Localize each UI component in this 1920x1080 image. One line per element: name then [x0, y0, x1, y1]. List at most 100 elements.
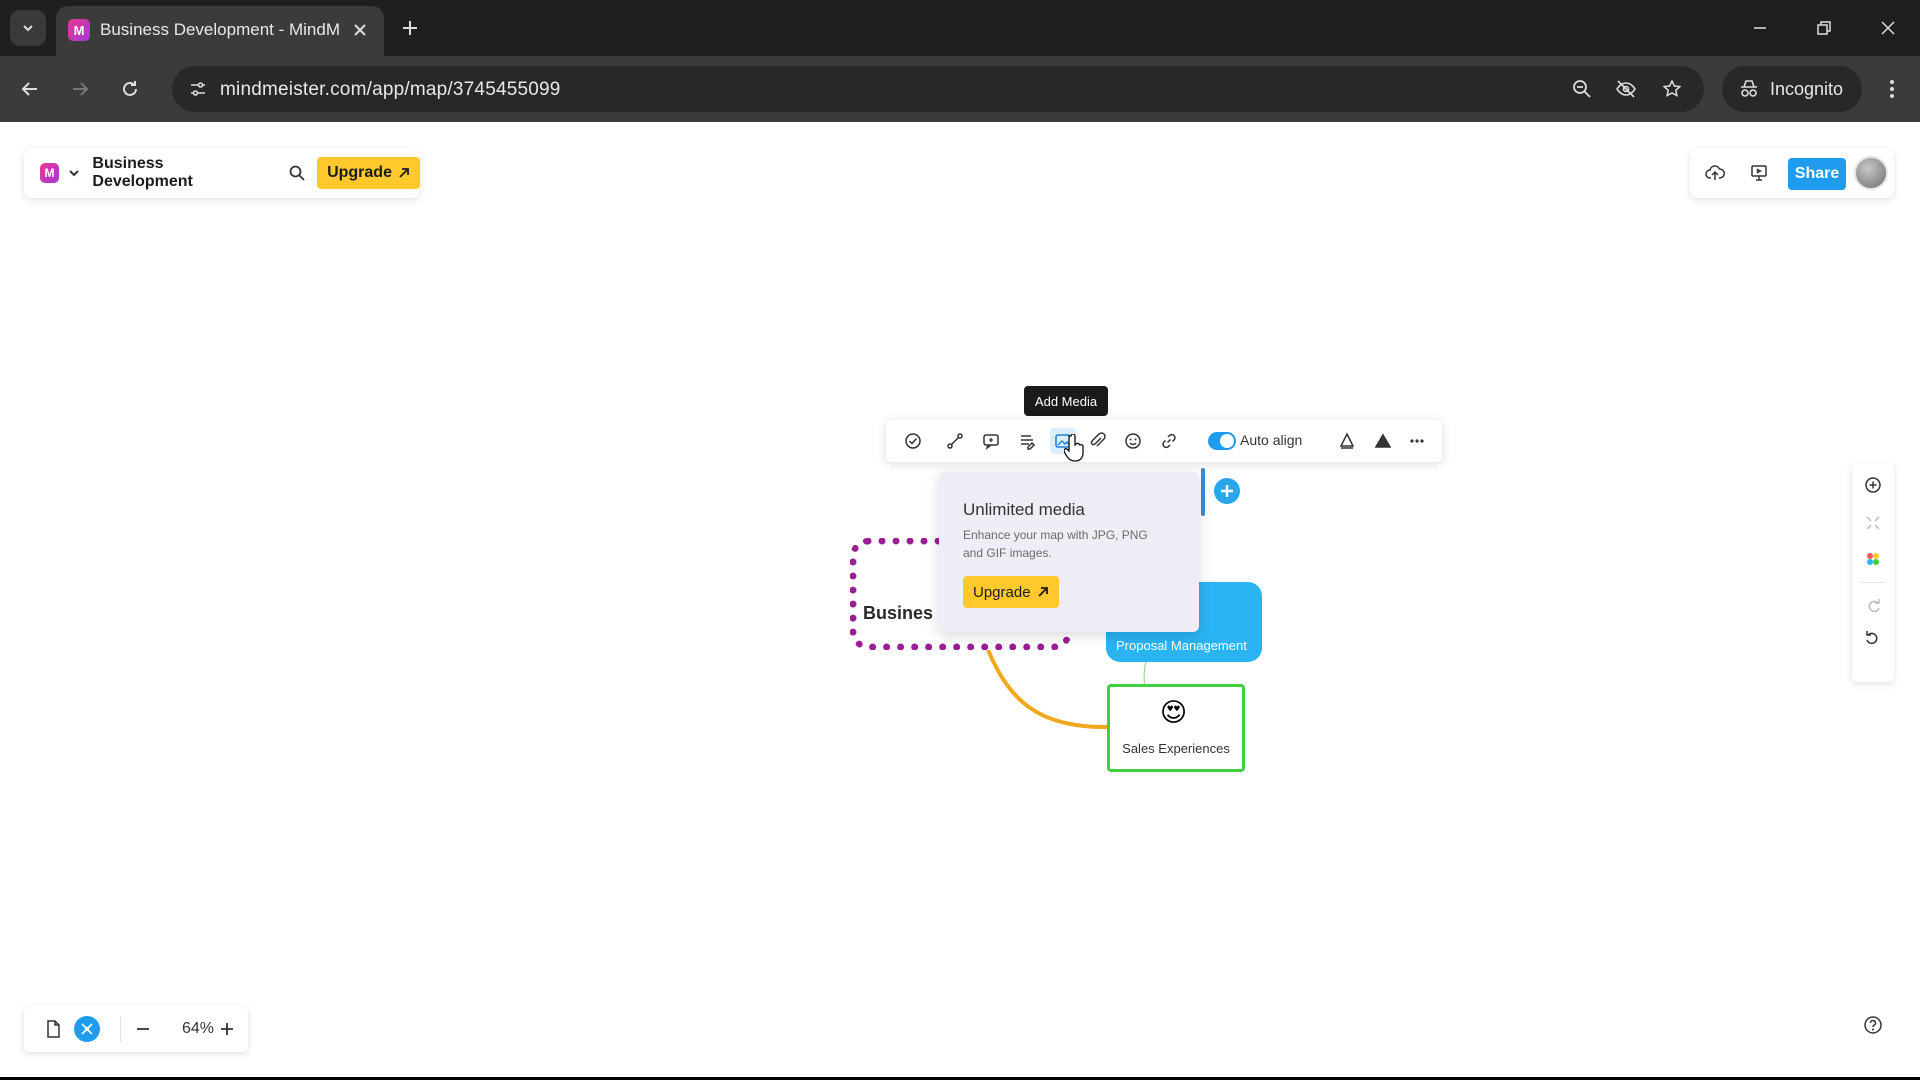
warning-icon [1374, 433, 1392, 448]
incognito-button[interactable]: Incognito [1722, 66, 1862, 112]
tab-title: Business Development - MindMeister [100, 20, 340, 39]
task-button[interactable] [900, 428, 926, 454]
node-label: Sales Experiences [1122, 741, 1230, 756]
mindmeister-logo-icon[interactable]: M [40, 163, 60, 183]
incognito-icon [1741, 80, 1757, 97]
arrow-left-icon [21, 82, 37, 96]
selected-node-edge [1201, 468, 1205, 516]
close-icon [1881, 21, 1895, 35]
url-text: mindmeister.com/app/map/3745455099 [220, 79, 561, 100]
comment-icon [983, 434, 999, 450]
auto-align-label: Auto align [1240, 432, 1303, 448]
outline-view-button[interactable] [40, 1016, 66, 1042]
connector-sales [986, 649, 1109, 730]
document-title[interactable]: Business Development [92, 155, 260, 191]
popover-title: Unlimited media [963, 500, 1085, 519]
notes-button[interactable] [1014, 428, 1040, 454]
star-icon [1662, 79, 1682, 98]
add-topic-button[interactable] [1860, 472, 1886, 498]
tab-list-button[interactable] [10, 10, 46, 46]
link-button[interactable] [1156, 428, 1182, 454]
warning-button[interactable] [1370, 428, 1396, 454]
back-button[interactable] [12, 71, 48, 107]
upgrade-popover: Unlimited media Enhance your map with JP… [939, 472, 1199, 632]
site-info-button[interactable] [184, 75, 212, 103]
share-button[interactable]: Share [1788, 158, 1846, 190]
redo-button[interactable] [1860, 592, 1886, 618]
collapse-icon [1866, 516, 1880, 530]
zoom-in-button[interactable] [214, 1016, 240, 1042]
tune-icon [191, 82, 205, 96]
avatar[interactable] [1854, 156, 1888, 190]
zoom-out-icon [1573, 80, 1591, 98]
presentation-button[interactable] [1746, 160, 1772, 186]
central-topic-label: Busines [863, 603, 934, 623]
close-window-button[interactable] [1868, 10, 1908, 46]
undo-icon [1866, 631, 1878, 645]
mindmap-view-button[interactable] [74, 1016, 100, 1042]
presentation-icon [1751, 165, 1767, 181]
notes-icon [1021, 435, 1036, 450]
tracking-protection-button[interactable] [1612, 75, 1640, 103]
comment-button[interactable] [978, 428, 1004, 454]
add-media-tooltip: Add Media [1024, 386, 1108, 416]
zoom-indicator-button[interactable] [1568, 75, 1596, 103]
restore-button[interactable] [1804, 10, 1844, 46]
task-icon [905, 433, 921, 449]
collapse-button[interactable] [1860, 510, 1886, 536]
more-icon [1410, 439, 1424, 443]
close-icon [354, 24, 366, 36]
auto-align-toggle[interactable] [1208, 432, 1236, 450]
browser-menu-button[interactable] [1874, 71, 1910, 107]
add-child-node-button[interactable] [1214, 478, 1240, 504]
attachment-button[interactable] [1084, 428, 1110, 454]
connect-button[interactable] [942, 428, 968, 454]
close-tab-button[interactable] [348, 18, 372, 42]
zoom-bar: 64% [24, 1006, 248, 1052]
chevron-down-icon[interactable] [67, 166, 80, 180]
plus-icon [1221, 485, 1233, 497]
browser-tabstrip: M Business Development - MindMeister [0, 0, 1920, 56]
forward-button[interactable] [62, 71, 98, 107]
emoji-button[interactable] [1120, 428, 1146, 454]
browser-toolbar: mindmeister.com/app/map/3745455099 Incog… [0, 56, 1920, 122]
minimize-button[interactable] [1740, 10, 1780, 46]
node-toolbar: Auto align [886, 420, 1442, 462]
external-arrow-icon [399, 168, 409, 178]
divider [120, 1016, 121, 1042]
address-bar[interactable]: mindmeister.com/app/map/3745455099 [172, 66, 1704, 112]
search-button[interactable] [286, 162, 307, 184]
upgrade-label: Upgrade [327, 164, 392, 181]
new-tab-button[interactable] [396, 14, 424, 42]
right-vertical-toolbar [1852, 464, 1894, 682]
theme-button[interactable] [1860, 546, 1886, 572]
more-options-button[interactable] [1404, 428, 1430, 454]
help-button[interactable] [1858, 1010, 1888, 1040]
node-sales-experiences[interactable]: 😍 Sales Experiences [1107, 684, 1245, 772]
external-arrow-icon [1037, 587, 1048, 597]
eye-off-icon [1616, 80, 1636, 98]
style-button[interactable] [1334, 428, 1360, 454]
emoji-icon [1125, 433, 1141, 449]
cloud-upload-icon [1705, 165, 1725, 180]
redo-icon [1868, 599, 1880, 613]
upgrade-button[interactable]: Upgrade [317, 157, 420, 189]
reload-button[interactable] [112, 71, 148, 107]
add-icon [1865, 477, 1881, 493]
popover-upgrade-button[interactable]: Upgrade [963, 576, 1059, 608]
style-icon [1339, 432, 1355, 449]
zoom-out-button[interactable] [130, 1016, 156, 1042]
bookmark-button[interactable] [1658, 75, 1686, 103]
popover-text: Enhance your map with JPG, PNG and GIF i… [963, 528, 1148, 560]
export-button[interactable] [1702, 160, 1728, 186]
browser-tab[interactable]: M Business Development - MindMeister [56, 6, 384, 56]
app-viewport: Busines Proposal Management 😍 Sales Expe… [0, 122, 1920, 1077]
link-icon [1162, 433, 1176, 449]
undo-button[interactable] [1860, 624, 1886, 650]
chevron-down-icon [23, 25, 33, 32]
document-icon [47, 1020, 60, 1038]
zoom-value: 64% [182, 1020, 215, 1037]
hand-cursor-icon [1064, 434, 1084, 462]
reload-icon [123, 81, 137, 96]
theme-icon [1867, 553, 1879, 565]
